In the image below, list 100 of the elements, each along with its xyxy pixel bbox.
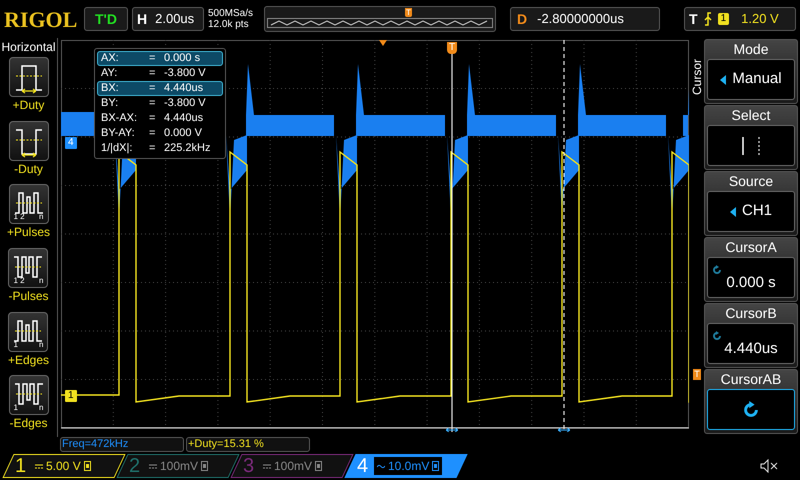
icon-label: n (39, 277, 44, 286)
triangle-left-icon (720, 74, 726, 84)
readout-value: 0.000 V (164, 126, 202, 142)
timebase-value: 2.00us (155, 10, 194, 28)
icon-label: n (39, 340, 44, 349)
softkey[interactable]: Select (704, 105, 798, 170)
readout-equals: = (149, 66, 156, 82)
channel-number: 3 (243, 455, 254, 477)
channel-marker: 1 (65, 390, 77, 402)
trigger-marker: T (405, 8, 412, 17)
dc-coupling-icon (149, 464, 158, 468)
icon-label: 1 2 (14, 213, 25, 222)
readout-value: 225.2kHz (164, 141, 210, 156)
function-key[interactable] (8, 57, 48, 97)
icon-label: 1 (13, 340, 18, 349)
sample-rate: 500MSa/s (208, 8, 254, 19)
measurement: Freq=472kHz (60, 437, 184, 452)
function-key-label: -Duty (14, 160, 43, 177)
function-key-label: -Pulses (8, 288, 48, 304)
channel-tab[interactable]: 2 100mV (116, 454, 240, 478)
channel-number: 2 (129, 455, 140, 477)
rising-edge-icon (704, 12, 712, 26)
softkey[interactable]: CursorAB (704, 369, 798, 434)
readout-label: AY: (101, 66, 118, 82)
trigger-position-icon (379, 40, 387, 46)
timebase-label: H (137, 10, 148, 28)
readout-equals: = (149, 141, 156, 156)
readout-label: BY: (101, 96, 120, 112)
readout-equals: = (149, 51, 156, 66)
softkey-title: CursorA (725, 238, 777, 257)
softkey-title: Mode (733, 40, 769, 59)
arrow-icon (446, 428, 458, 432)
function-key-label: +Duty (12, 97, 44, 113)
softkey-value: 4.440us (723, 340, 779, 356)
readout-value: 4.440us (164, 111, 204, 126)
readout-value: -3.800 V (164, 66, 206, 82)
knob-icon (712, 264, 722, 274)
softkey-value: Manual (732, 69, 782, 90)
battery-icon (432, 461, 440, 471)
channel-number: 1 (15, 455, 26, 477)
readout-value: 0.000 s (164, 51, 200, 66)
trigger-marker: T (447, 42, 458, 54)
channel-scale: 10.0mV (388, 458, 430, 475)
run-status: T'D (84, 7, 128, 31)
function-key[interactable]: 1 n (8, 375, 48, 416)
channel-marker: 4 (65, 137, 77, 149)
softkey-value: CH1 (742, 201, 772, 222)
brand-logo: RIGOL (4, 6, 78, 34)
softkey-title: Source (728, 172, 774, 191)
function-key-label: +Pulses (6, 224, 50, 240)
readout-equals: = (149, 81, 156, 96)
channel-tab[interactable]: 4 10.0mV (344, 454, 468, 478)
softkey-title: CursorAB (720, 370, 782, 389)
readout-label: 1/|dX|: (101, 141, 134, 156)
dc-coupling-icon (263, 464, 272, 468)
softkey[interactable]: Mode Manual (704, 39, 798, 104)
readout-value: 4.440us (164, 81, 204, 96)
function-key[interactable]: 1 2 n (8, 184, 48, 224)
function-key[interactable]: 1 n (8, 312, 48, 352)
delay-value: -2.80000000us (537, 10, 624, 28)
menu-title: Cursor (689, 59, 705, 95)
readout-label: BX-AX: (101, 111, 138, 126)
ac-coupling-icon (377, 464, 386, 468)
readout-equals: = (149, 126, 156, 142)
function-key[interactable] (8, 120, 48, 161)
trigger-level: 1.20 V (741, 10, 779, 28)
channel-scale: 5.00 V (46, 458, 81, 475)
softkey[interactable]: Source CH1 (704, 171, 798, 236)
arrow-icon (558, 428, 570, 432)
menu-title: Horizontal (1, 39, 56, 55)
function-key[interactable]: 1 2 n (8, 248, 48, 288)
memory-depth: 12.0k pts (208, 19, 250, 30)
icon-label: 1 (14, 404, 18, 412)
battery-icon (201, 461, 208, 471)
trigger-level-marker: T (693, 369, 701, 380)
readout-label: BY-AY: (101, 126, 136, 142)
icon-label: 1 2 (13, 277, 25, 286)
icon-label: n (39, 213, 44, 222)
measurement: +Duty=15.31 % (186, 437, 310, 452)
trigger-label: T (689, 10, 698, 28)
readout-label: AX: (101, 51, 120, 66)
trigger-source: 1 (718, 13, 730, 25)
channel-scale: 100mV (160, 458, 198, 475)
battery-icon (84, 461, 91, 471)
softkey-title: Select (732, 106, 770, 125)
knob-icon (742, 400, 760, 418)
battery-icon (315, 461, 322, 471)
softkey-title: CursorB (725, 304, 777, 323)
softkey[interactable]: CursorA 0.000 s (704, 237, 798, 302)
readout-equals: = (149, 96, 156, 112)
softkey[interactable]: CursorB 4.440us (704, 303, 798, 368)
triangle-left-icon (730, 206, 736, 216)
readout-value: -3.800 V (164, 96, 206, 112)
channel-tab[interactable]: 1 5.00 V (2, 454, 126, 478)
delay-label: D (517, 10, 528, 28)
dc-coupling-icon (35, 464, 44, 468)
icon-label: n (39, 404, 44, 412)
softkey-value: 0.000 s (725, 274, 777, 290)
function-key-label: +Edges (8, 352, 50, 368)
channel-tab[interactable]: 3 100mV (230, 454, 354, 478)
